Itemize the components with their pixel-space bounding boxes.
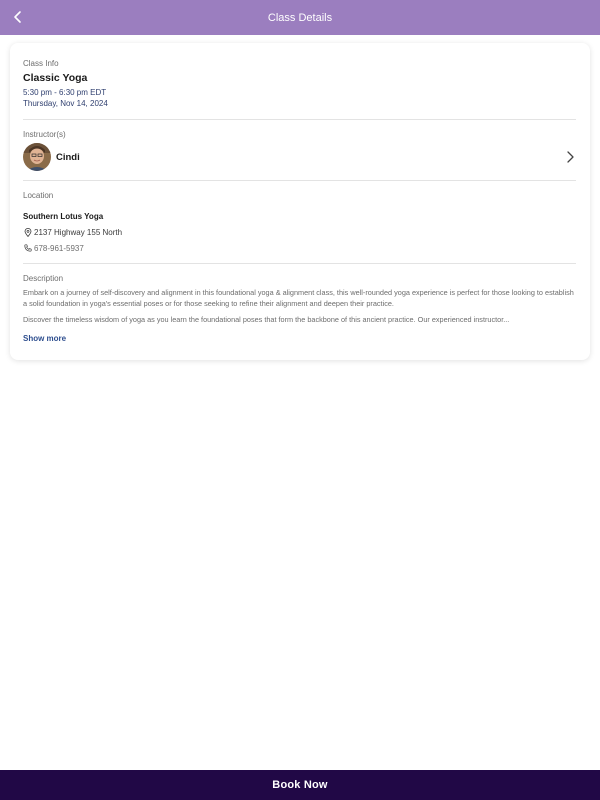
instructor-avatar: [23, 143, 51, 171]
book-now-label: Book Now: [272, 779, 328, 791]
class-date: Thursday, Nov 14, 2024: [23, 99, 108, 108]
divider: [23, 119, 576, 120]
instructor-row[interactable]: Cindi: [23, 143, 576, 171]
class-info-label: Class Info: [23, 59, 59, 68]
instructor-name: Cindi: [56, 151, 80, 163]
description-label: Description: [23, 274, 64, 283]
page-title: Class Details: [267, 11, 333, 24]
location-label: Location: [23, 191, 54, 200]
class-name: Classic Yoga: [23, 72, 88, 84]
location-phone[interactable]: 678-961-5937: [23, 243, 84, 253]
location-address[interactable]: 2137 Highway 155 North: [23, 227, 122, 237]
divider: [23, 180, 576, 181]
class-details-card: Class Info Classic Yoga 5:30 pm - 6:30 p…: [10, 43, 590, 360]
back-button[interactable]: [6, 5, 30, 29]
divider: [23, 263, 576, 264]
description-paragraph: Discover the timeless wisdom of yoga as …: [23, 315, 510, 324]
show-more-link[interactable]: Show more: [23, 334, 66, 343]
location-name: Southern Lotus Yoga: [23, 212, 104, 221]
book-now-button[interactable]: Book Now: [0, 770, 600, 800]
address-text: 2137 Highway 155 North: [34, 227, 123, 237]
instructors-label: Instructor(s): [23, 130, 66, 139]
phone-icon: [23, 243, 33, 253]
chevron-right-icon: [564, 151, 576, 163]
app-screen: Class Details Class Info Classic Yoga 5:…: [0, 0, 600, 800]
top-app-bar: Class Details: [0, 0, 600, 35]
chevron-left-icon: [14, 11, 21, 23]
map-pin-icon: [23, 227, 33, 237]
description-paragraph: Embark on a journey of self-discovery an…: [23, 288, 574, 308]
class-time: 5:30 pm - 6:30 pm EDT: [23, 88, 107, 97]
phone-text: 678-961-5937: [34, 243, 84, 253]
